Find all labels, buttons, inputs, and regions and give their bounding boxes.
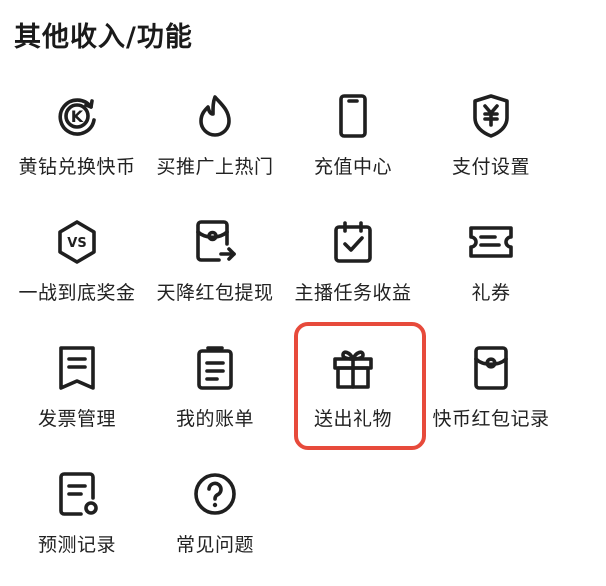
section-title: 其他收入/功能	[14, 22, 193, 53]
question-icon	[189, 468, 241, 520]
feature-item-faq[interactable]: 常见问题	[146, 462, 284, 586]
feature-label: 礼券	[471, 282, 511, 304]
other-income-page: 其他收入/功能 K 黄钻兑换快币 买推广上热门 充值中心 支付设置 VS 一战到…	[0, 0, 606, 586]
svg-text:K: K	[71, 107, 84, 126]
phone-icon	[327, 90, 379, 142]
redpacket-withdraw-icon	[189, 216, 241, 268]
vs-shield-icon: VS	[51, 216, 103, 268]
feature-label: 支付设置	[451, 156, 530, 178]
feature-label: 一战到底奖金	[18, 282, 136, 304]
feature-label: 发票管理	[37, 408, 116, 430]
feature-label: 主播任务收益	[294, 282, 412, 304]
feature-item-sent-gifts[interactable]: 送出礼物	[284, 336, 422, 462]
prediction-record-icon	[51, 468, 103, 520]
feature-item-kcoin-redpacket-record[interactable]: 快币红包记录	[422, 336, 560, 462]
gift-icon	[327, 342, 379, 394]
feature-label: 买推广上热门	[156, 156, 274, 178]
feature-label: 天降红包提现	[156, 282, 274, 304]
feature-label: 快币红包记录	[432, 408, 550, 430]
feature-item-my-bill[interactable]: 我的账单	[146, 336, 284, 462]
feature-item-recharge-center[interactable]: 充值中心	[284, 84, 422, 210]
feature-item-buy-promotion[interactable]: 买推广上热门	[146, 84, 284, 210]
feature-item-prediction-record[interactable]: 预测记录	[8, 462, 146, 586]
ticket-icon	[465, 216, 517, 268]
feature-item-streamer-task-income[interactable]: 主播任务收益	[284, 210, 422, 336]
calendar-check-icon	[327, 216, 379, 268]
feature-item-redpacket-withdraw[interactable]: 天降红包提现	[146, 210, 284, 336]
bill-icon	[189, 342, 241, 394]
feature-item-invoice-management[interactable]: 发票管理	[8, 336, 146, 462]
feature-item-battle-bonus[interactable]: VS 一战到底奖金	[8, 210, 146, 336]
feature-item-coupon[interactable]: 礼券	[422, 210, 560, 336]
feature-label: 送出礼物	[313, 408, 392, 430]
feature-grid: K 黄钻兑换快币 买推广上热门 充值中心 支付设置 VS 一战到底奖金 天降红包…	[8, 84, 568, 586]
feature-label: 充值中心	[313, 156, 392, 178]
feature-item-payment-settings[interactable]: 支付设置	[422, 84, 560, 210]
k-coin-exchange-icon: K	[51, 90, 103, 142]
invoice-icon	[51, 342, 103, 394]
feature-label: 我的账单	[175, 408, 254, 430]
feature-label: 常见问题	[175, 534, 254, 556]
redpacket-icon	[465, 342, 517, 394]
yen-shield-icon	[465, 90, 517, 142]
feature-label: 预测记录	[37, 534, 116, 556]
feature-label: 黄钻兑换快币	[18, 156, 136, 178]
feature-item-yellow-diamond-exchange[interactable]: K 黄钻兑换快币	[8, 84, 146, 210]
svg-text:VS: VS	[67, 236, 86, 251]
flame-icon	[189, 90, 241, 142]
